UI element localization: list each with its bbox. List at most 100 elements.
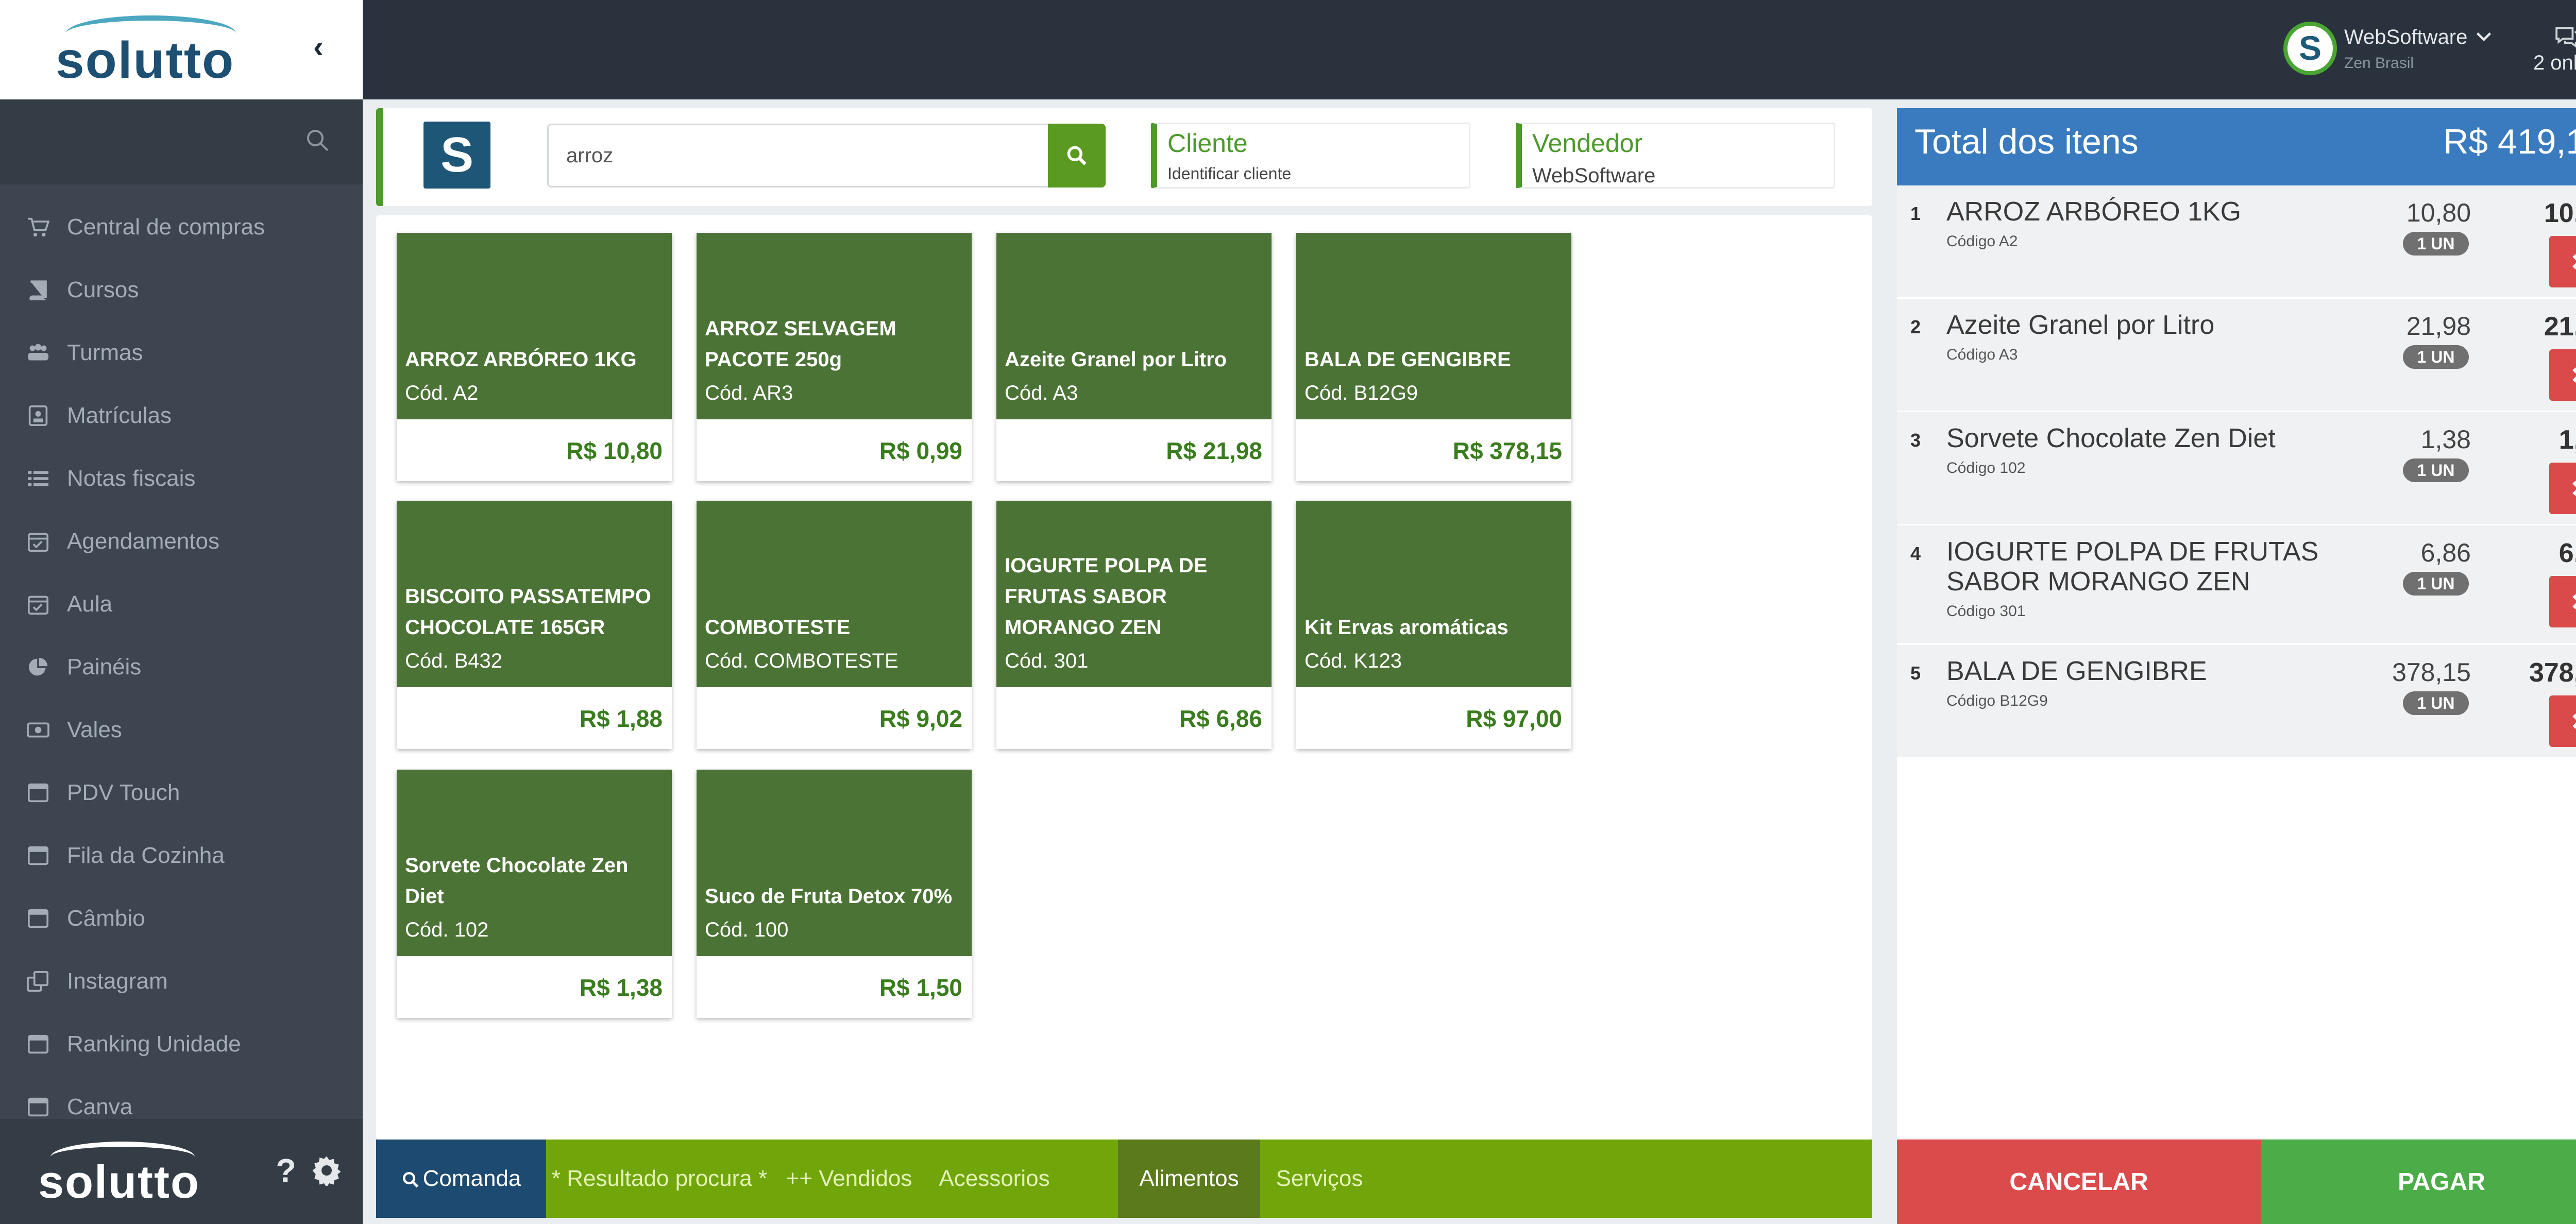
product-search-button[interactable] <box>1048 124 1106 188</box>
chevron-down-icon[interactable] <box>2476 31 2492 43</box>
sidebar-item-paineis[interactable]: Painéis <box>0 636 363 699</box>
product-card[interactable]: IOGURTE POLPA DE FRUTAS SABOR MORANGO ZE… <box>996 501 1272 749</box>
sidebar-item-vales[interactable]: Vales <box>0 699 363 761</box>
product-card[interactable]: ARROZ SELVAGEM PACOTE 250g Cód. AR3 R$ 0… <box>697 233 972 481</box>
cliente-field[interactable]: Cliente Identificar cliente <box>1151 123 1470 189</box>
sidebar-item-agendamentos[interactable]: Agendamentos <box>0 510 363 573</box>
tab-resultado-procura[interactable]: * Resultado procura * <box>546 1140 773 1218</box>
product-code: Cód. 301 <box>1005 650 1089 672</box>
cart-item-qty-badge[interactable]: 1 UN <box>2403 458 2469 482</box>
sidebar-item-fila-da-cozinha[interactable]: Fila da Cozinha <box>0 824 363 887</box>
user-name[interactable]: WebSoftware <box>2344 26 2467 49</box>
remove-item-button[interactable] <box>2549 236 2576 287</box>
window-icon <box>28 846 48 865</box>
remove-item-button[interactable] <box>2549 695 2576 747</box>
cart-item-name: Azeite Granel por Litro <box>1946 310 2215 340</box>
sidebar-item-label: Câmbio <box>67 906 145 931</box>
sidebar-item-cursos[interactable]: Cursos <box>0 259 363 321</box>
product-tile: ARROZ SELVAGEM PACOTE 250g Cód. AR3 <box>697 233 972 419</box>
brand-logo[interactable]: solutto ‹ <box>0 0 363 99</box>
cart-item-total: 10,80 <box>2544 198 2576 228</box>
search-icon <box>402 1172 418 1188</box>
clone-icon <box>27 971 48 992</box>
search-icon[interactable] <box>305 128 330 152</box>
remove-item-button[interactable] <box>2549 576 2576 627</box>
product-tile: Suco de Fruta Detox 70% Cód. 100 <box>697 770 972 956</box>
users-icon <box>28 344 48 361</box>
product-card[interactable]: Sorvete Chocolate Zen Diet Cód. 102 R$ 1… <box>397 770 672 1018</box>
cancel-button[interactable]: CANCELAR <box>1897 1140 2261 1224</box>
sidebar-item-pdv-touch[interactable]: PDV Touch <box>0 761 363 824</box>
product-price: R$ 0,99 <box>879 437 962 464</box>
cart-item: 5 BALA DE GENGIBRE Código B12G9 378,15 1… <box>1897 645 2576 758</box>
vendedor-title: Vendedor <box>1532 129 1643 158</box>
book-icon <box>29 280 47 300</box>
cart-icon <box>28 217 49 237</box>
tab-servicos[interactable]: Serviços <box>1260 1140 1379 1218</box>
sidebar-item-ranking-unidade[interactable]: Ranking Unidade <box>0 1013 363 1076</box>
avatar[interactable]: S <box>2283 22 2337 75</box>
product-card[interactable]: COMBOTESTE Cód. COMBOTESTE R$ 9,02 <box>697 501 972 749</box>
remove-item-button[interactable] <box>2549 349 2576 401</box>
sidebar-item-turmas[interactable]: Turmas <box>0 321 363 384</box>
product-code: Cód. COMBOTESTE <box>705 650 899 672</box>
product-card[interactable]: BALA DE GENGIBRE Cód. B12G9 R$ 378,15 <box>1296 233 1571 481</box>
sidebar-item-notas-fiscais[interactable]: Notas fiscais <box>0 447 363 510</box>
cart-item-qty-badge[interactable]: 1 UN <box>2403 572 2469 596</box>
product-card[interactable]: Suco de Fruta Detox 70% Cód. 100 R$ 1,50 <box>697 770 972 1018</box>
product-search-input[interactable] <box>547 124 1048 188</box>
cart-item-index: 4 <box>1910 543 1921 564</box>
cart-item-name: BALA DE GENGIBRE <box>1946 656 2207 686</box>
sidebar-item-canva[interactable]: Canva <box>0 1076 363 1118</box>
cart-item-unit-price: 378,15 <box>2392 658 2471 687</box>
cart-item-name: IOGURTE POLPA DE FRUTAS SABOR MORANGO ZE… <box>1946 537 2319 597</box>
cart-header: Total dos itens R$ 419,17 <box>1897 108 2576 185</box>
cart-item-index: 5 <box>1910 662 1921 684</box>
product-card[interactable]: ARROZ ARBÓREO 1KG Cód. A2 R$ 10,80 <box>397 233 672 481</box>
tab-comanda[interactable]: Comanda <box>376 1140 546 1218</box>
sidebar-item-cambio[interactable]: Câmbio <box>0 887 363 950</box>
logo-text: solutto <box>56 31 235 89</box>
product-code: Cód. B432 <box>405 650 503 672</box>
cart-item-qty-badge[interactable]: 1 UN <box>2403 345 2469 369</box>
sidebar: solutto ‹ Central de compras Cursos Turm… <box>0 0 363 1224</box>
cart-item-code: Código 102 <box>1946 460 2026 477</box>
chat-icon[interactable] <box>2554 25 2576 48</box>
close-icon <box>2572 594 2576 609</box>
online-count[interactable]: 2 online <box>2531 52 2576 75</box>
product-tile: IOGURTE POLPA DE FRUTAS SABOR MORANGO ZE… <box>996 501 1272 687</box>
cart-item-qty-badge[interactable]: 1 UN <box>2403 232 2469 256</box>
cart-item-total: 1,38 <box>2558 425 2576 455</box>
remove-item-button[interactable] <box>2549 463 2576 514</box>
sidebar-item-matriculas[interactable]: Matrículas <box>0 384 363 447</box>
window-icon <box>28 783 48 803</box>
cart-item-qty-badge[interactable]: 1 UN <box>2403 691 2469 715</box>
cliente-title: Cliente <box>1167 129 1248 158</box>
vendedor-field[interactable]: Vendedor WebSoftware <box>1516 123 1835 189</box>
product-price: R$ 378,15 <box>1452 437 1562 464</box>
product-name: BALA DE GENGIBRE <box>1304 348 1511 371</box>
product-card[interactable]: Kit Ervas aromáticas Cód. K123 R$ 97,00 <box>1296 501 1571 749</box>
collapse-sidebar-chevron-icon[interactable]: ‹ <box>306 29 331 65</box>
cart-item-total: 21,98 <box>2544 312 2576 342</box>
cart-item-code: Código A2 <box>1946 233 2018 250</box>
tab-vendidos[interactable]: ++ Vendidos <box>773 1140 925 1218</box>
close-icon <box>2572 713 2576 729</box>
cart-item-unit-price: 21,98 <box>2406 312 2471 341</box>
gear-icon[interactable] <box>311 1155 342 1186</box>
product-card[interactable]: BISCOITO PASSATEMPO CHOCOLATE 165GR Cód.… <box>397 501 672 749</box>
tab-alimentos[interactable]: Alimentos <box>1118 1140 1260 1218</box>
tab-acessorios[interactable]: Acessorios <box>925 1140 1063 1218</box>
product-price: R$ 97,00 <box>1466 705 1562 732</box>
sidebar-item-aula[interactable]: Aula <box>0 573 363 636</box>
sidebar-item-label: Ranking Unidade <box>67 1031 241 1057</box>
product-price: R$ 1,50 <box>879 974 962 1001</box>
sidebar-item-label: Instagram <box>67 968 168 994</box>
product-code: Cód. 102 <box>405 919 489 941</box>
help-icon[interactable]: ? <box>273 1154 299 1187</box>
product-card[interactable]: Azeite Granel por Litro Cód. A3 R$ 21,98 <box>996 233 1272 481</box>
cart-item: 3 Sorvete Chocolate Zen Diet Código 102 … <box>1897 412 2576 525</box>
sidebar-item-central-de-compras[interactable]: Central de compras <box>0 196 363 259</box>
sidebar-item-instagram[interactable]: Instagram <box>0 950 363 1013</box>
pay-button[interactable]: PAGAR <box>2261 1140 2576 1224</box>
